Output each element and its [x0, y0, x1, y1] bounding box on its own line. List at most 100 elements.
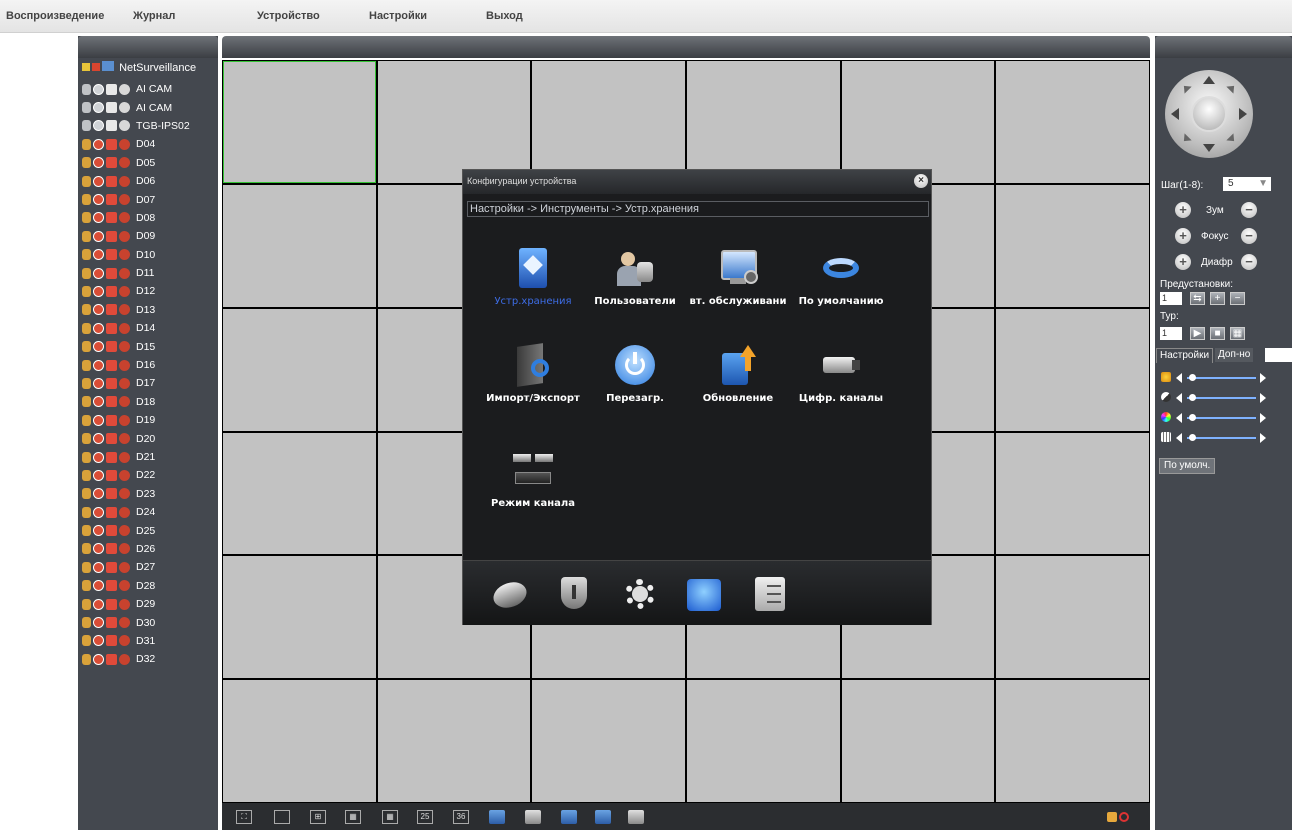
talk-icon[interactable] — [82, 543, 91, 555]
talk-icon[interactable] — [82, 322, 91, 334]
stop-icon[interactable] — [119, 212, 130, 224]
zoom-in-button[interactable]: + — [1175, 202, 1191, 218]
talk-icon[interactable] — [82, 561, 91, 573]
record-icon[interactable] — [93, 102, 104, 114]
record-icon[interactable] — [93, 322, 104, 334]
preset-delete-button[interactable]: − — [1230, 292, 1245, 305]
record-icon[interactable] — [93, 83, 104, 95]
record-icon[interactable] — [93, 414, 104, 426]
channel-item[interactable]: D12 — [82, 282, 218, 300]
play-icon[interactable] — [106, 175, 117, 187]
record-icon[interactable] — [93, 194, 104, 206]
preset-input[interactable]: 1 — [1160, 292, 1182, 305]
ptz-upleft-icon[interactable] — [1180, 82, 1192, 94]
channel-item[interactable]: D13 — [82, 301, 218, 319]
play-icon[interactable] — [106, 120, 117, 132]
snapshot-button[interactable] — [561, 810, 577, 824]
saturation-slider[interactable] — [1161, 412, 1286, 424]
record-icon[interactable] — [93, 175, 104, 187]
stop-icon[interactable] — [119, 249, 130, 261]
ptz-downright-icon[interactable] — [1226, 133, 1238, 145]
contrast-slider[interactable] — [1161, 392, 1286, 404]
stop-icon[interactable] — [119, 377, 130, 389]
stop-icon[interactable] — [119, 230, 130, 242]
talk-icon[interactable] — [82, 102, 91, 114]
talk-icon[interactable] — [82, 249, 91, 261]
play-icon[interactable] — [106, 304, 117, 316]
record-icon[interactable] — [93, 635, 104, 647]
talk-icon[interactable] — [82, 653, 91, 665]
record-icon[interactable] — [93, 230, 104, 242]
video-cell[interactable] — [996, 556, 1149, 679]
record-icon[interactable] — [93, 451, 104, 463]
video-cell[interactable] — [996, 184, 1149, 307]
record-icon[interactable] — [93, 138, 104, 150]
stop-icon[interactable] — [119, 157, 130, 169]
play-icon[interactable] — [106, 414, 117, 426]
stop-icon[interactable] — [119, 304, 130, 316]
close-icon[interactable]: × — [914, 174, 928, 188]
play-icon[interactable] — [106, 194, 117, 206]
speaker-icon[interactable] — [1107, 812, 1117, 822]
play-icon[interactable] — [106, 561, 117, 573]
channel-item[interactable]: D28 — [82, 577, 218, 595]
play-icon[interactable] — [106, 617, 117, 629]
record-icon[interactable] — [93, 469, 104, 481]
tab-settings[interactable]: Настройки — [1156, 348, 1214, 363]
play-icon[interactable] — [106, 653, 117, 665]
video-cell[interactable] — [223, 680, 376, 802]
step-select[interactable]: 5 ▼ — [1223, 177, 1271, 191]
play-icon[interactable] — [106, 83, 117, 95]
channel-item[interactable]: D10 — [82, 246, 218, 264]
talk-icon[interactable] — [82, 267, 91, 279]
record-icon[interactable] — [93, 341, 104, 353]
record-icon[interactable] — [93, 212, 104, 224]
update-item[interactable]: Обновление — [688, 345, 788, 404]
shield-icon[interactable] — [555, 575, 593, 613]
split-1-button[interactable] — [274, 810, 290, 824]
video-cell[interactable] — [996, 432, 1149, 555]
tools-icon[interactable] — [685, 575, 723, 613]
stop-icon[interactable] — [119, 322, 130, 334]
iris-open-button[interactable]: + — [1175, 254, 1191, 270]
tour-input[interactable]: 1 — [1160, 327, 1182, 340]
play-icon[interactable] — [106, 267, 117, 279]
channel-item[interactable]: D14 — [82, 319, 218, 337]
increase-arrow-icon[interactable] — [1260, 413, 1266, 423]
users-item[interactable]: Пользователи — [585, 248, 685, 307]
video-cell[interactable] — [377, 680, 531, 802]
record-icon[interactable] — [93, 488, 104, 500]
play-icon[interactable] — [106, 157, 117, 169]
video-cell[interactable] — [223, 184, 376, 307]
talk-icon[interactable] — [82, 304, 91, 316]
talk-icon[interactable] — [82, 396, 91, 408]
stop-icon[interactable] — [119, 267, 130, 279]
stop-icon[interactable] — [119, 83, 130, 95]
ptz-center-button[interactable] — [1191, 96, 1227, 132]
video-cell[interactable] — [532, 61, 685, 183]
record-icon[interactable] — [93, 506, 104, 518]
play-icon[interactable] — [106, 598, 117, 610]
video-cell[interactable] — [223, 556, 376, 679]
record-icon[interactable] — [93, 377, 104, 389]
channel-item[interactable]: D22 — [82, 466, 218, 484]
play-icon[interactable] — [106, 230, 117, 242]
default-button[interactable]: По умолч. — [1159, 458, 1216, 474]
talk-icon[interactable] — [82, 525, 91, 537]
split-36-button[interactable]: 36 — [453, 810, 469, 824]
menu-log[interactable]: Журнал — [133, 10, 175, 22]
channel-item[interactable]: D09 — [82, 227, 218, 245]
record-icon[interactable] — [93, 157, 104, 169]
channel-item[interactable]: D16 — [82, 356, 218, 374]
channel-item[interactable]: D26 — [82, 540, 218, 558]
storage-item[interactable]: Устр.хранения — [483, 248, 583, 307]
talk-icon[interactable] — [82, 83, 91, 95]
ptz-down-icon[interactable] — [1203, 144, 1215, 152]
talk-icon[interactable] — [82, 157, 91, 169]
talk-icon[interactable] — [82, 580, 91, 592]
stop-icon[interactable] — [119, 396, 130, 408]
play-icon[interactable] — [106, 635, 117, 647]
channel-item[interactable]: D18 — [82, 393, 218, 411]
iris-close-button[interactable]: − — [1241, 254, 1257, 270]
channel-item[interactable]: D24 — [82, 503, 218, 521]
